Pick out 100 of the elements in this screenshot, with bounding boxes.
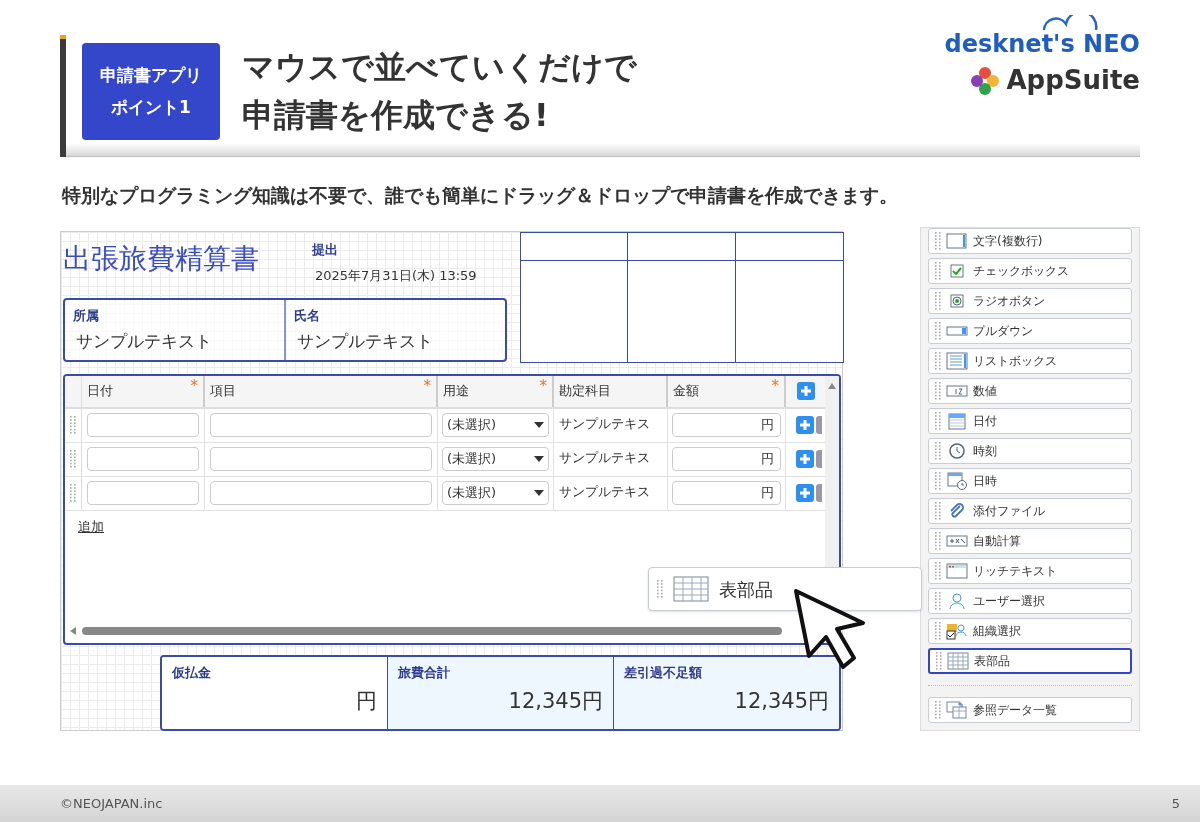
palette-item[interactable]: 日付 (928, 407, 1132, 434)
drag-handle-icon[interactable] (935, 441, 941, 460)
field-label: 所属 (73, 306, 100, 325)
palette-item[interactable]: 参照データ一覧 (928, 696, 1132, 723)
drag-handle-icon[interactable] (935, 231, 941, 250)
column-header: 項目 * (205, 375, 438, 407)
palette-item[interactable]: 自動計算 (928, 527, 1132, 554)
palette-item[interactable]: 組織選択 (928, 617, 1132, 644)
item-input[interactable] (210, 481, 432, 505)
palette-item-label: 日時 (973, 472, 997, 490)
total-label: 仮払金 (172, 663, 212, 682)
add-icon[interactable] (796, 484, 814, 502)
submitted-date: 2025年7月31日(木) 13:59 (315, 266, 477, 285)
purpose-select[interactable]: (未選択) (442, 447, 549, 471)
palette-item-label: リストボックス (973, 352, 1057, 370)
scroll-up-icon[interactable] (827, 381, 837, 390)
badge-text: 申請書アプリ (100, 64, 202, 87)
drag-handle-icon[interactable] (935, 501, 941, 520)
account-text: サンプルテキス (559, 414, 650, 433)
date-input[interactable] (87, 447, 199, 471)
add-icon[interactable] (796, 450, 814, 468)
column-header: 金額 * (668, 375, 786, 407)
drag-handle-icon[interactable] (935, 531, 941, 550)
palette-item[interactable]: 日時 (928, 467, 1132, 494)
amount-input[interactable]: 円 (672, 413, 781, 437)
date-input[interactable] (87, 413, 199, 437)
item-input[interactable] (210, 447, 432, 471)
drag-handle-icon[interactable] (935, 591, 941, 610)
calendar-icon (946, 411, 968, 430)
palette-item[interactable]: リッチテキスト (928, 557, 1132, 584)
amount-input[interactable]: 円 (672, 481, 781, 505)
palette-item-label: プルダウン (973, 322, 1033, 340)
drag-handle-icon[interactable] (936, 651, 942, 670)
palette-item[interactable]: リストボックス (928, 347, 1132, 374)
palette-item-label: 表部品 (974, 652, 1010, 670)
form-title: 出張旅費精算書 (63, 240, 259, 277)
total-label: 差引過不足額 (624, 663, 703, 682)
required-mark: * (771, 375, 779, 397)
account-text: サンプルテキス (559, 448, 650, 467)
drag-handle-icon[interactable] (935, 561, 941, 580)
drag-handle-icon[interactable] (935, 321, 941, 340)
headline: 申請書を作成できる! (242, 95, 550, 136)
palette-item[interactable]: ユーザー選択 (928, 587, 1132, 614)
clock-icon (946, 441, 968, 460)
item-input[interactable] (210, 413, 432, 437)
copyright: ©NEOJAPAN.inc (60, 794, 163, 813)
amount-input[interactable]: 円 (672, 447, 781, 471)
drag-handle-icon[interactable] (935, 621, 941, 640)
drag-handle-icon[interactable] (70, 484, 76, 502)
page-number: 5 (1171, 794, 1180, 813)
scrollbar-thumb[interactable] (82, 626, 782, 635)
palette-item[interactable]: 添付ファイル (928, 497, 1132, 524)
drag-handle-icon[interactable] (935, 700, 941, 719)
subtitle: 特別なプログラミング知識は不要で、誰でも簡単にドラッグ＆ドロップで申請書を作成できます。 (62, 183, 899, 208)
palette-item[interactable]: チェックボックス (928, 257, 1132, 284)
textarea-icon (946, 231, 968, 250)
add-row-icon[interactable] (796, 382, 815, 400)
palette-item-label: 添付ファイル (973, 502, 1045, 520)
organization-icon (946, 621, 968, 640)
table-link-icon (946, 700, 968, 719)
submitted-label: 提出 (312, 240, 338, 259)
column-header: 勘定科目 (554, 375, 668, 407)
drag-handle-icon[interactable] (70, 416, 76, 434)
caret-icon (534, 422, 544, 428)
palette-item[interactable]: 数値 (928, 377, 1132, 404)
add-icon[interactable] (796, 416, 814, 434)
drag-handle-icon[interactable] (935, 261, 941, 280)
palette-item-label: 自動計算 (973, 532, 1021, 550)
add-link[interactable]: 追加 (78, 516, 104, 537)
date-input[interactable] (87, 481, 199, 505)
listbox-icon (946, 351, 968, 370)
calendar-clock-icon (946, 471, 968, 490)
palette-item-label: 参照データ一覧 (973, 701, 1057, 719)
brand-logo-text: desknet's NEO (944, 31, 1140, 57)
drag-handle-icon[interactable] (935, 381, 941, 400)
column-header: 日付 * (82, 375, 205, 407)
palette-item[interactable]: プルダウン (928, 317, 1132, 344)
drag-handle-icon[interactable] (70, 450, 76, 468)
palette-item[interactable]: 文字(複数行) (928, 227, 1132, 254)
palette-item-label: 時刻 (973, 442, 997, 460)
palette-item[interactable]: 表部品 (928, 647, 1132, 674)
rich-text-icon (946, 561, 968, 580)
drag-handle-icon[interactable] (935, 471, 941, 490)
purpose-select[interactable]: (未選択) (442, 481, 549, 505)
required-mark: * (190, 375, 198, 397)
drag-handle-icon[interactable] (935, 351, 941, 370)
required-mark: * (539, 375, 547, 397)
table-icon (947, 651, 969, 670)
scroll-left-icon[interactable] (69, 625, 77, 636)
purpose-select[interactable]: (未選択) (442, 413, 549, 437)
palette-item[interactable]: 時刻 (928, 437, 1132, 464)
drag-handle-icon[interactable] (935, 291, 941, 310)
person-icon (946, 591, 968, 610)
column-header: 用途 * (438, 375, 554, 407)
dragged-part-label: 表部品 (719, 577, 773, 602)
drag-handle-icon[interactable] (657, 580, 663, 598)
palette-item[interactable]: ラジオボタン (928, 287, 1132, 314)
field-value: サンプルテキスト (75, 330, 213, 353)
badge-text: ポイント1 (111, 95, 191, 119)
drag-handle-icon[interactable] (935, 411, 941, 430)
